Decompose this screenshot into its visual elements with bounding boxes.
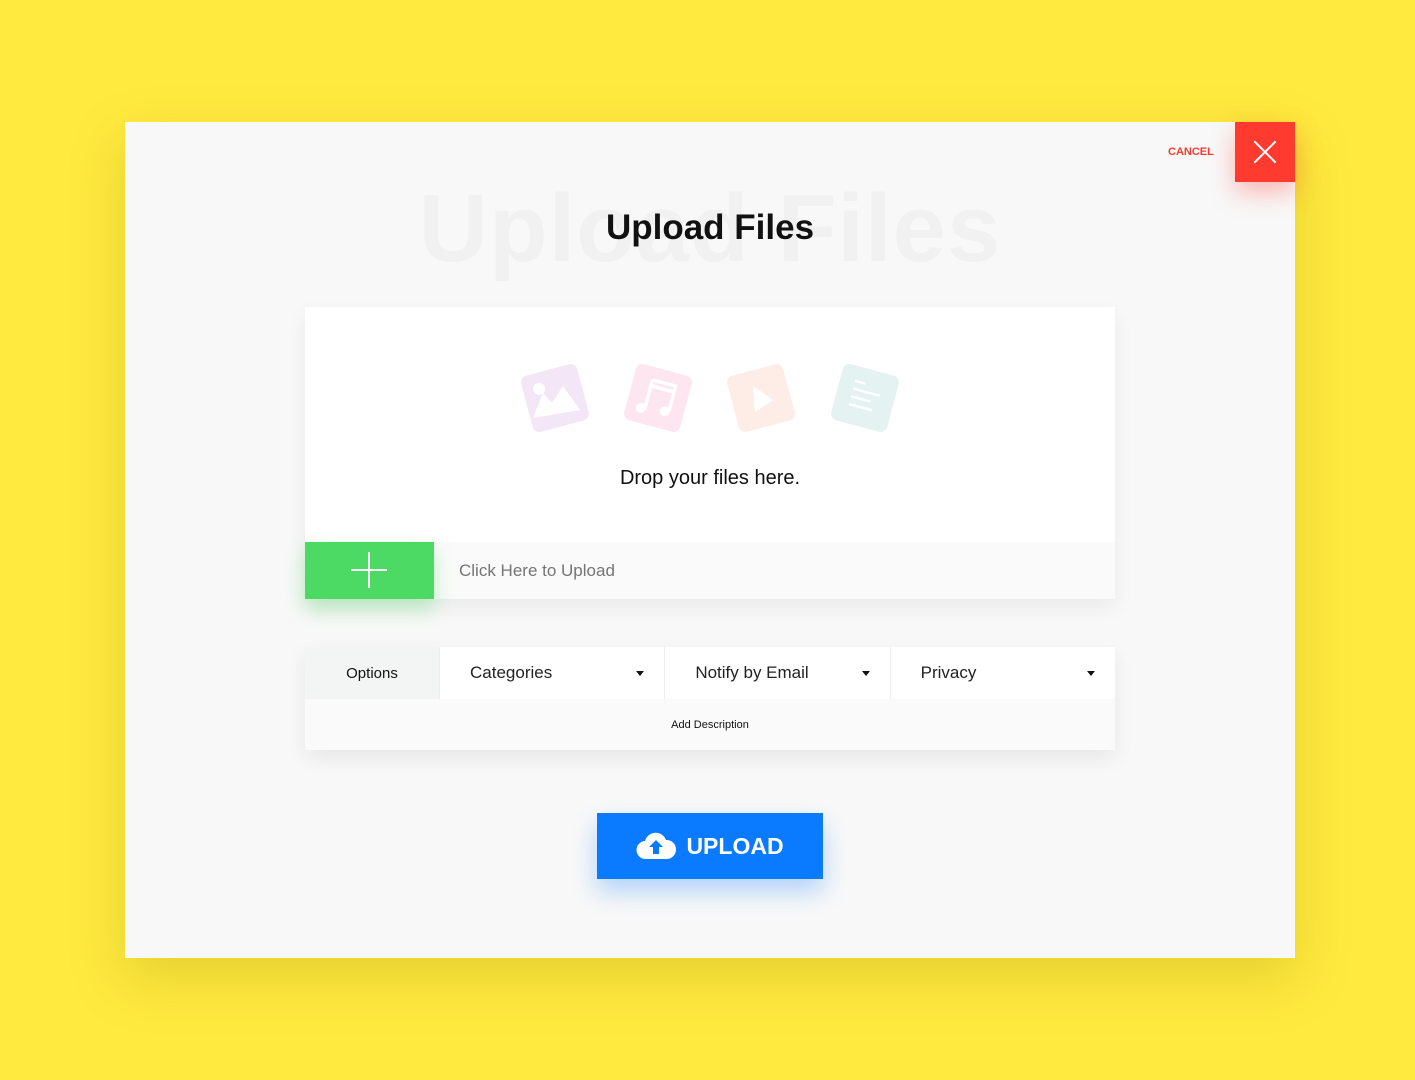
drop-instructions: Drop your files here. bbox=[619, 467, 801, 489]
select-label: Categories bbox=[470, 663, 553, 682]
options-label: Options bbox=[305, 647, 439, 699]
notify-email-select[interactable]: Notify by Email bbox=[664, 647, 890, 699]
options-panel: Options Categories Notify by Email Priva… bbox=[305, 647, 1115, 750]
file-type-icons bbox=[521, 364, 899, 432]
upload-modal: Upload Files Upload Files CANCEL Drop yo… bbox=[125, 122, 1295, 958]
caret-down-icon bbox=[861, 670, 870, 676]
select-label: Privacy bbox=[920, 663, 977, 682]
upload-button[interactable]: UPLOAD bbox=[597, 813, 823, 879]
select-label: Notify by Email bbox=[695, 663, 809, 682]
categories-select[interactable]: Categories bbox=[439, 647, 665, 699]
drop-zone[interactable]: Drop your files here. bbox=[305, 307, 1115, 599]
caret-down-icon bbox=[636, 670, 645, 676]
close-button[interactable] bbox=[1235, 122, 1295, 182]
caret-down-icon bbox=[1086, 670, 1095, 676]
video-play-icon bbox=[727, 364, 795, 432]
document-icon bbox=[831, 364, 899, 432]
upload-input[interactable] bbox=[459, 561, 1059, 581]
upload-label: UPLOAD bbox=[686, 832, 784, 859]
cancel-button[interactable]: CANCEL bbox=[1168, 146, 1214, 158]
cloud-upload-icon bbox=[636, 832, 677, 860]
page-title: Upload Files bbox=[605, 208, 815, 247]
add-description-field[interactable]: Add Description bbox=[305, 699, 1115, 750]
privacy-select[interactable]: Privacy bbox=[889, 647, 1115, 699]
music-icon bbox=[624, 364, 692, 432]
upload-row bbox=[305, 542, 1115, 599]
add-file-button[interactable] bbox=[305, 542, 434, 599]
image-icon bbox=[521, 364, 589, 432]
